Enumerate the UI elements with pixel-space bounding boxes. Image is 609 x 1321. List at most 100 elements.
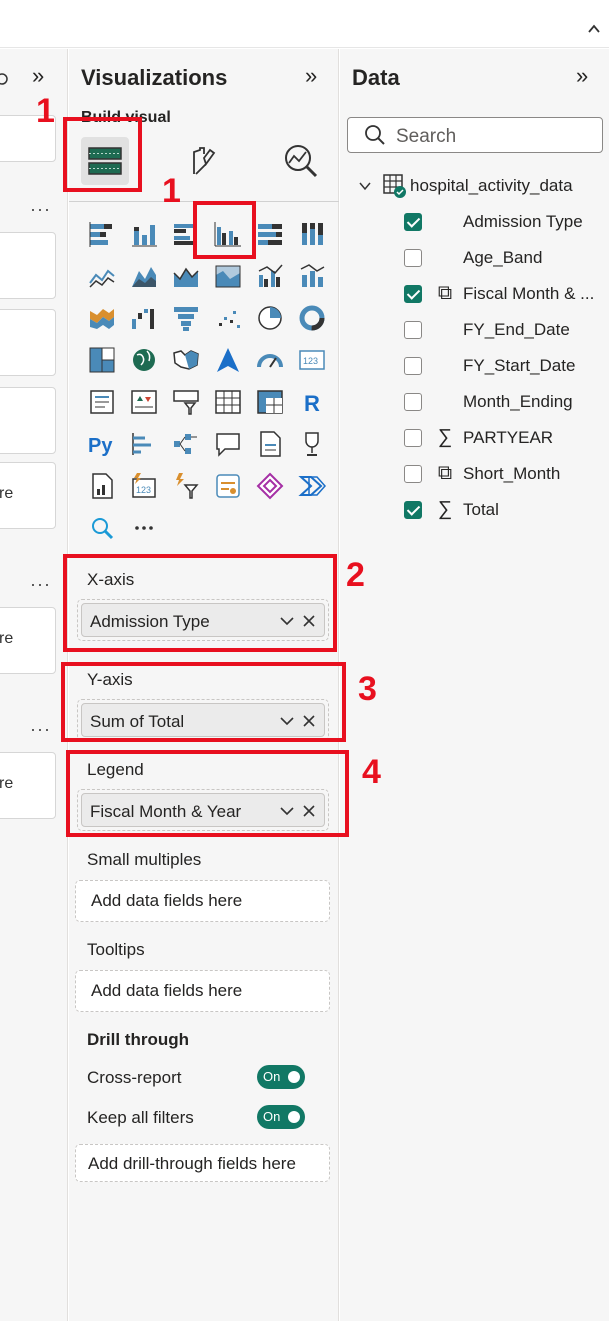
power-automate-flow-icon[interactable] [291,465,333,507]
field-checkbox[interactable] [404,213,422,231]
field-label: Total [463,500,499,519]
donut-chart-icon[interactable] [291,297,333,339]
field-checkbox[interactable] [404,429,422,447]
field-item[interactable]: FY_Start_Date [404,353,609,379]
multi-row-card-icon[interactable] [81,381,123,423]
area-chart-icon [132,267,156,287]
python-visual-icon[interactable]: Py [81,423,123,465]
stacked-area-icon[interactable] [165,255,207,297]
100-stacked-column-icon[interactable] [291,213,333,255]
scatter-chart-icon[interactable] [207,297,249,339]
qa-icon [216,433,240,457]
power-automate-icon[interactable] [165,465,207,507]
field-checkbox[interactable] [404,501,422,519]
drill-through-well[interactable]: Add drill-through fields here [75,1144,330,1182]
field-checkbox[interactable] [404,321,422,339]
tab-format-visual[interactable] [179,137,227,185]
filters-pane: » ··· re ··· re ··· re [0,49,68,1321]
power-apps-icon[interactable]: 123 [123,465,165,507]
collapse-data-icon[interactable]: » [576,63,588,89]
field-item[interactable]: FY_End_Date [404,317,609,343]
annotation-box [61,662,346,742]
treemap-icon[interactable] [81,339,123,381]
collapse-visualizations-icon[interactable]: » [305,63,317,89]
field-checkbox[interactable] [404,465,422,483]
report-icon[interactable] [81,465,123,507]
stacked-bar-icon[interactable] [81,213,123,255]
field-item[interactable]: Admission Type [404,209,609,235]
card-icon[interactable]: 123 [291,339,333,381]
r-visual-icon[interactable]: R [291,381,333,423]
search-visuals-icon[interactable] [81,507,123,549]
tooltips-well[interactable]: Add data fields here [75,970,330,1012]
filter-card[interactable]: re [0,607,56,674]
field-item[interactable]: Month_Ending [404,389,609,415]
qa-icon[interactable] [207,423,249,465]
100-stacked-area-icon[interactable] [207,255,249,297]
filter-card[interactable]: re [0,752,56,819]
ribbon-chart-icon[interactable] [81,297,123,339]
filter-more-icon[interactable]: ··· [30,719,51,740]
kpi-icon [131,390,157,414]
filter-more-icon[interactable]: ··· [30,199,51,220]
field-checkbox[interactable] [404,285,422,303]
metrics-icon[interactable] [249,465,291,507]
chevron-down-icon[interactable] [358,179,372,193]
more-visuals-icon[interactable] [123,507,165,549]
field-item[interactable]: ∑ PARTYEAR [404,425,609,451]
cross-report-toggle[interactable]: On [257,1065,305,1089]
annotation-box [193,201,256,259]
gauge-icon[interactable] [249,339,291,381]
svg-text:123: 123 [136,485,151,495]
field-item[interactable]: ⧉ Short_Month [404,461,609,487]
filled-map-icon[interactable] [165,339,207,381]
paginated-report-icon[interactable] [249,423,291,465]
line-clustered-column-icon[interactable] [249,255,291,297]
smart-narrative-icon[interactable] [207,465,249,507]
filter-card[interactable]: re [0,462,56,529]
azure-map-icon[interactable] [207,339,249,381]
field-item[interactable]: ⧉ Fiscal Month & ... [404,281,609,307]
field-item[interactable]: ∑ Total [404,497,609,523]
annotation-box [63,554,337,652]
annotation-box [63,117,142,192]
svg-text:Py: Py [88,435,113,457]
table-icon[interactable] [207,381,249,423]
filter-card[interactable] [0,309,56,376]
kpi-icon[interactable] [123,381,165,423]
stacked-column-icon [132,225,157,247]
line-stacked-column-icon[interactable] [291,255,333,297]
stacked-bar-icon [89,222,112,247]
100-stacked-area-icon [215,265,241,288]
waterfall-icon[interactable] [123,297,165,339]
pie-chart-icon[interactable] [249,297,291,339]
tab-analytics[interactable] [277,137,325,185]
field-checkbox[interactable] [404,357,422,375]
stacked-column-icon[interactable] [123,213,165,255]
matrix-icon[interactable] [249,381,291,423]
data-search-input[interactable]: Search [347,117,603,153]
filter-more-icon[interactable]: ··· [30,574,51,595]
area-chart-icon[interactable] [123,255,165,297]
chevron-up-icon[interactable] [587,22,601,36]
line-chart-icon[interactable] [81,255,123,297]
funnel-icon[interactable] [165,297,207,339]
field-checkbox[interactable] [404,249,422,267]
key-influencers-icon[interactable] [123,423,165,465]
field-item[interactable]: Age_Band [404,245,609,271]
card-icon: 123 [299,350,325,370]
cross-report-label: Cross-report [87,1068,182,1087]
expand-filters-icon[interactable]: » [32,63,44,89]
map-icon[interactable] [123,339,165,381]
filter-card[interactable] [0,387,56,454]
field-label: FY_Start_Date [463,356,576,375]
eye-icon[interactable] [0,71,10,87]
power-apps-icon: 123 [132,473,156,498]
small-multiples-well[interactable]: Add data fields here [75,880,330,922]
goals-icon[interactable] [291,423,333,465]
keep-filters-toggle[interactable]: On [257,1105,305,1129]
decomposition-tree-icon[interactable] [165,423,207,465]
filter-card[interactable] [0,232,56,299]
field-checkbox[interactable] [404,393,422,411]
slicer-icon[interactable] [165,381,207,423]
